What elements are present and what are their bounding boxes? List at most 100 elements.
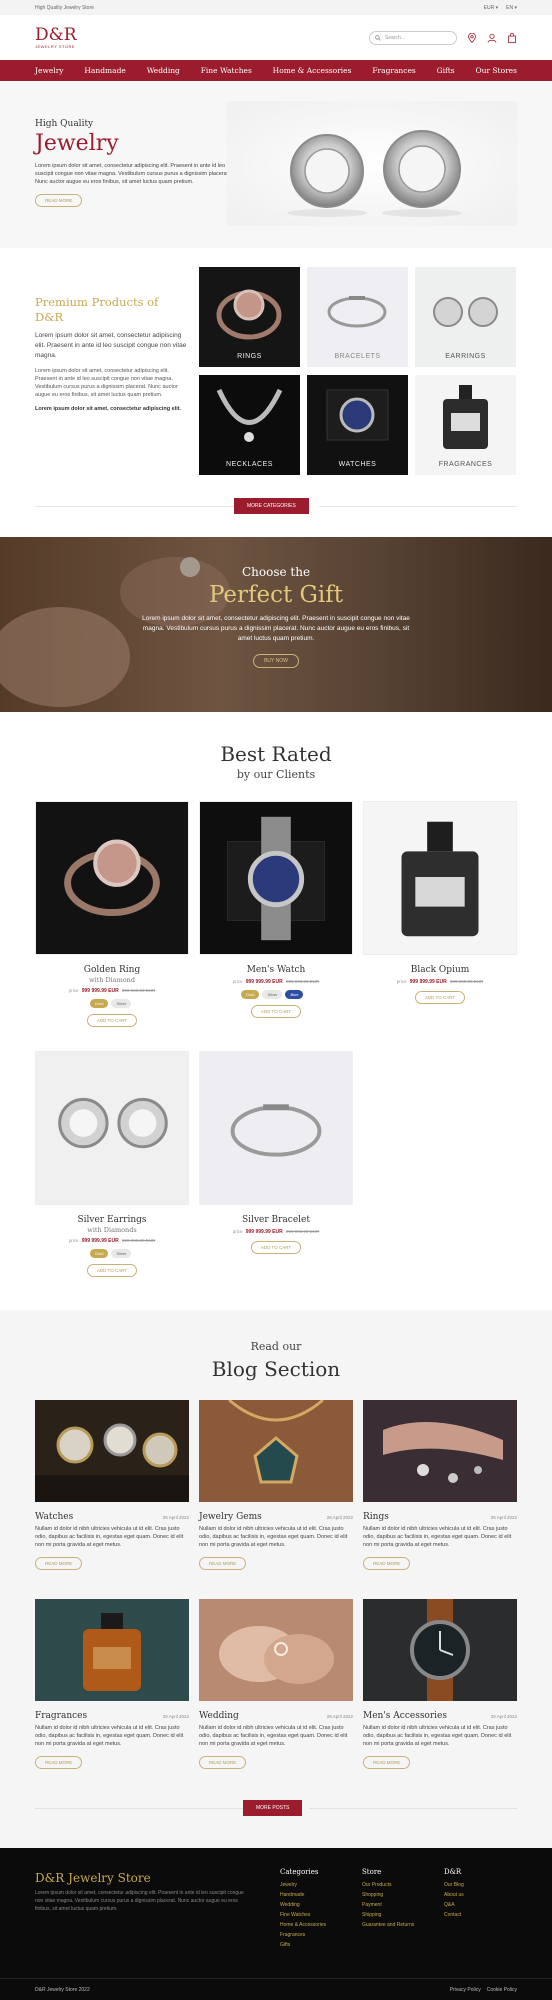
nav-item-home-accessories[interactable]: Home & Accessories — [273, 66, 352, 75]
add-to-cart-button[interactable]: Add to cart — [87, 1014, 137, 1027]
footer-link[interactable]: Fine Watches — [280, 1910, 326, 1920]
product-subtitle: with Diamond — [88, 976, 136, 984]
read-more-button[interactable]: Read more — [363, 1557, 411, 1570]
nav-item-wedding[interactable]: Wedding — [147, 66, 180, 75]
bracelet-image — [327, 296, 387, 328]
nav-item-our-stores[interactable]: Our Stores — [475, 66, 517, 75]
post-date: 25 April 2022 — [490, 1714, 517, 1719]
read-more-button[interactable]: Read more — [199, 1756, 247, 1769]
product-card[interactable]: Silver Earrings with Diamonds price 999 … — [35, 1051, 189, 1277]
premium-text-2: Lorem ipsum dolor sit amet, consectetur … — [35, 368, 178, 398]
read-more-button[interactable]: Read more — [35, 1557, 83, 1570]
location-pin-icon[interactable] — [467, 32, 477, 43]
copyright: D&R Jewelry Store 2022 — [35, 1986, 90, 1993]
language-select[interactable]: EN ▾ — [506, 5, 517, 11]
rings-post-image — [363, 1400, 517, 1502]
watches-post-image — [35, 1400, 189, 1502]
category-fragrances[interactable]: FRAGRANCES — [415, 375, 516, 475]
privacy-policy-link[interactable]: Privacy Policy — [450, 1987, 481, 1993]
blog-post[interactable]: Jewelry Gems 25 April 2022 Nullam id dolo… — [199, 1400, 353, 1570]
footer-link[interactable]: Shipping — [362, 1910, 414, 1920]
shopping-bag-icon[interactable] — [507, 32, 517, 43]
user-account-icon[interactable] — [487, 33, 497, 43]
footer-link[interactable]: Gifts — [280, 1940, 326, 1950]
blog-post[interactable]: Men's Accessories 25 April 2022 Nullam id… — [363, 1599, 517, 1769]
swatch-gold[interactable]: Gold — [90, 999, 109, 1008]
post-date: 25 April 2022 — [162, 1714, 189, 1719]
blog-post[interactable]: Wedding 25 April 2022 Nullam id dolor id … — [199, 1599, 353, 1769]
gift-title: Perfect Gift — [208, 582, 344, 608]
hero-earrings-image — [227, 101, 517, 226]
footer-link[interactable]: Our Products — [362, 1880, 414, 1890]
swatch-blue[interactable]: Blue — [285, 990, 304, 999]
footer-categories-column: Categories Jewelry Handmade Wedding Fine… — [280, 1868, 326, 1950]
footer-link[interactable]: Guarantee and Returns — [362, 1920, 414, 1930]
swatch-gold[interactable]: Gold — [90, 1249, 109, 1258]
swatch-silver[interactable]: Silver — [111, 1249, 132, 1258]
search-placeholder: Search... — [385, 34, 406, 41]
footer-dr-column: D&R Our Blog About us Q&A Contact — [444, 1868, 464, 1920]
category-watches[interactable]: WATCHES — [307, 375, 408, 475]
add-to-cart-button[interactable]: Add to cart — [87, 1264, 137, 1277]
currency-select[interactable]: EUR ▾ — [484, 5, 498, 11]
more-categories-button[interactable]: More categories — [234, 498, 309, 514]
footer-link[interactable]: Jewelry — [280, 1880, 326, 1890]
category-bracelets[interactable]: BRACELETS — [307, 267, 408, 367]
read-more-button[interactable]: Read more — [199, 1557, 247, 1570]
product-card[interactable]: Golden Ring with Diamond price 999 999.9… — [35, 801, 189, 1027]
add-to-cart-button[interactable]: Add to cart — [415, 991, 465, 1004]
footer-link[interactable]: Shopping — [362, 1890, 414, 1900]
blog-post[interactable]: Rings 25 April 2022 Nullam id dolor id ni… — [363, 1400, 517, 1570]
post-date: 25 April 2022 — [326, 1515, 353, 1520]
post-date: 25 April 2022 — [326, 1714, 353, 1719]
category-rings[interactable]: RINGS — [199, 267, 300, 367]
post-title: Rings — [363, 1512, 389, 1522]
footer-link[interactable]: Our Blog — [444, 1880, 464, 1890]
site-footer: D&R Jewelry Store Lorem ipsum dolor sit … — [0, 1848, 552, 2000]
category-necklaces[interactable]: NECKLACES — [199, 375, 300, 475]
footer-link[interactable]: Home & Accessories — [280, 1920, 326, 1930]
search-input[interactable]: Search... — [369, 30, 457, 45]
read-more-button[interactable]: Read more — [363, 1756, 411, 1769]
footer-link[interactable]: Fragrances — [280, 1930, 326, 1940]
nav-item-gifts[interactable]: Gifts — [437, 66, 455, 75]
category-earrings[interactable]: EARRINGS — [415, 267, 516, 367]
more-posts-button[interactable]: More posts — [243, 1800, 303, 1816]
premium-text-1: Lorem ipsum dolor sit amet, consectetur … — [35, 332, 187, 359]
footer-link[interactable]: Contact — [444, 1910, 464, 1920]
footer-description: Lorem ipsum dolor sit amet, consectetur … — [35, 1890, 244, 1912]
category-label: RINGS — [237, 353, 262, 360]
swatch-gold[interactable]: Gold — [241, 990, 260, 999]
footer-bottom-bar: D&R Jewelry Store 2022 Privacy Policy Co… — [0, 1978, 552, 2000]
footer-link[interactable]: Q&A — [444, 1900, 464, 1910]
logo[interactable]: D&R JEWELRY STORE — [35, 26, 77, 49]
fragrances-post-image — [35, 1599, 189, 1701]
product-card[interactable]: Black Opium price 999 999.99 EUR 999 999… — [363, 801, 517, 1004]
footer-link[interactable]: Handmade — [280, 1890, 326, 1900]
blog-post[interactable]: Fragrances 25 April 2022 Nullam id dolor … — [35, 1599, 189, 1769]
product-card[interactable]: Silver Bracelet price 999 999.99 EUR 999… — [199, 1051, 353, 1254]
nav-item-fine-watches[interactable]: Fine Watches — [201, 66, 252, 75]
add-to-cart-button[interactable]: Add to cart — [251, 1241, 301, 1254]
golden-ring-image — [36, 802, 188, 954]
swatch-silver[interactable]: Silver — [111, 999, 132, 1008]
wedding-post-image — [199, 1599, 353, 1701]
hero-read-more-button[interactable]: Read more — [35, 194, 83, 207]
blog-post[interactable]: Watches 25 April 2022 Nullam id dolor id … — [35, 1400, 189, 1570]
footer-link[interactable]: Payment — [362, 1900, 414, 1910]
blog-pretitle: Read our — [250, 1340, 302, 1353]
read-more-button[interactable]: Read more — [35, 1756, 83, 1769]
necklace-image — [216, 388, 283, 442]
product-card[interactable]: Men's Watch price 999 999.99 EUR 999 999… — [199, 801, 353, 1018]
hero-text: Lorem ipsum dolor sit amet, consectetur … — [35, 163, 230, 185]
cookie-policy-link[interactable]: Cookie Policy — [487, 1987, 517, 1993]
nav-item-jewelry[interactable]: Jewelry — [35, 66, 64, 75]
buy-now-button[interactable]: Buy now — [253, 654, 299, 668]
nav-item-handmade[interactable]: Handmade — [84, 66, 125, 75]
footer-link[interactable]: About us — [444, 1890, 464, 1900]
footer-link[interactable]: Wedding — [280, 1900, 326, 1910]
product-name: Silver Bracelet — [242, 1215, 310, 1225]
swatch-silver[interactable]: Silver — [262, 990, 283, 999]
nav-item-fragrances[interactable]: Fragrances — [372, 66, 415, 75]
add-to-cart-button[interactable]: Add to cart — [251, 1005, 301, 1018]
